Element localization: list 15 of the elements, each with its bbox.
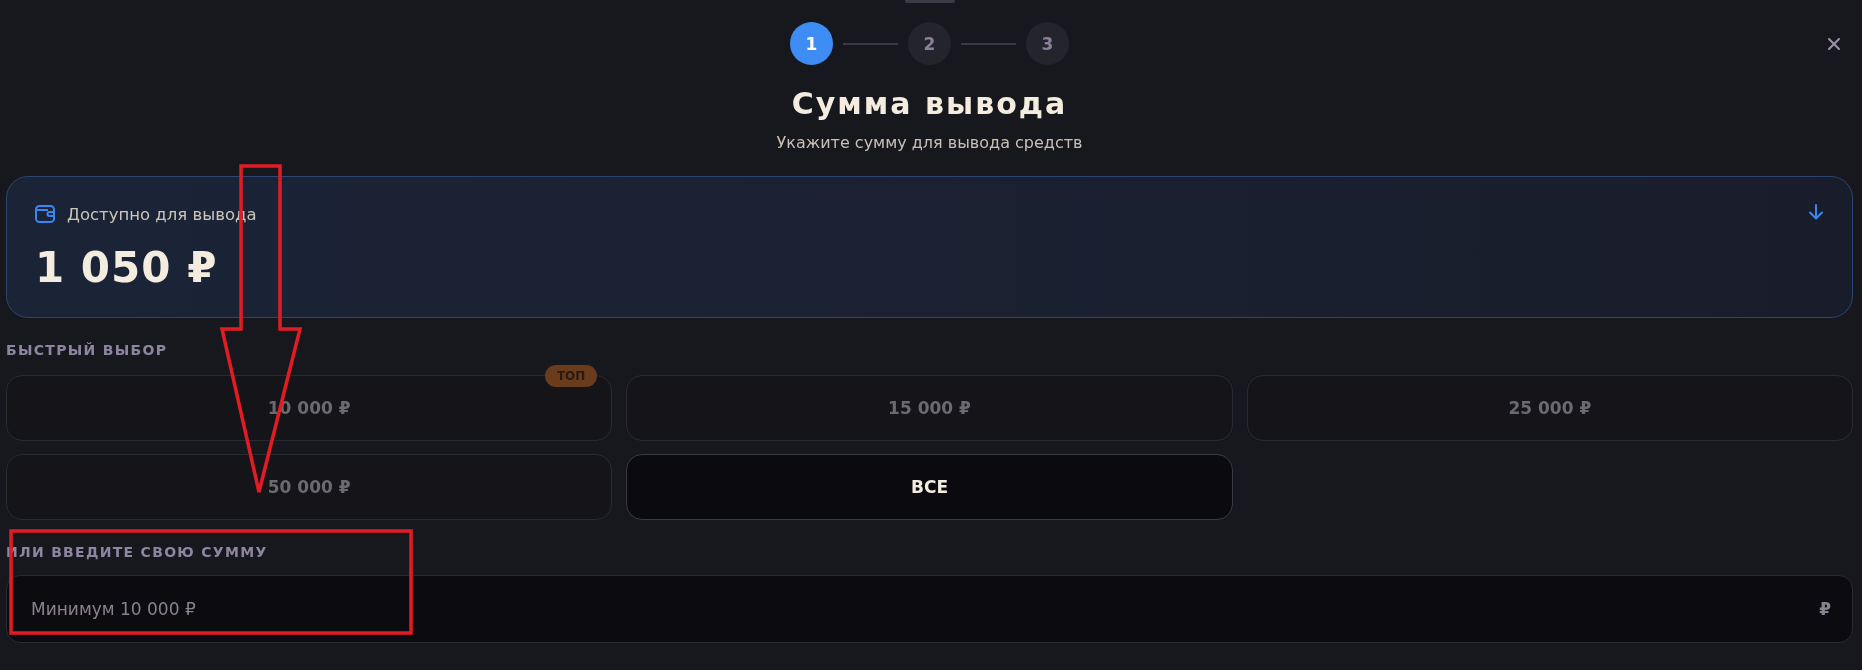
step-indicator: 3 (1026, 22, 1069, 65)
drag-handle[interactable] (904, 0, 955, 3)
top-badge: ТОП (544, 365, 598, 387)
section-label: БЫСТРЫЙ ВЫБОР (6, 341, 168, 359)
step-indicator: 1 (790, 22, 833, 65)
amount-option-button[interactable]: ВСЕ (626, 454, 1233, 520)
arrow-down-icon[interactable] (1808, 204, 1824, 220)
close-button[interactable] (1828, 37, 1840, 50)
close-icon (1828, 37, 1840, 50)
currency-label: ₽ (1819, 599, 1831, 619)
page-title: Сумма вывода (791, 86, 1068, 122)
wallet-icon (35, 205, 55, 223)
balance-amount: 1 050 ₽ (35, 247, 218, 289)
page-subtitle: Укажите сумму для вывода средств (776, 133, 1083, 153)
step-indicator: 2 (908, 22, 951, 65)
